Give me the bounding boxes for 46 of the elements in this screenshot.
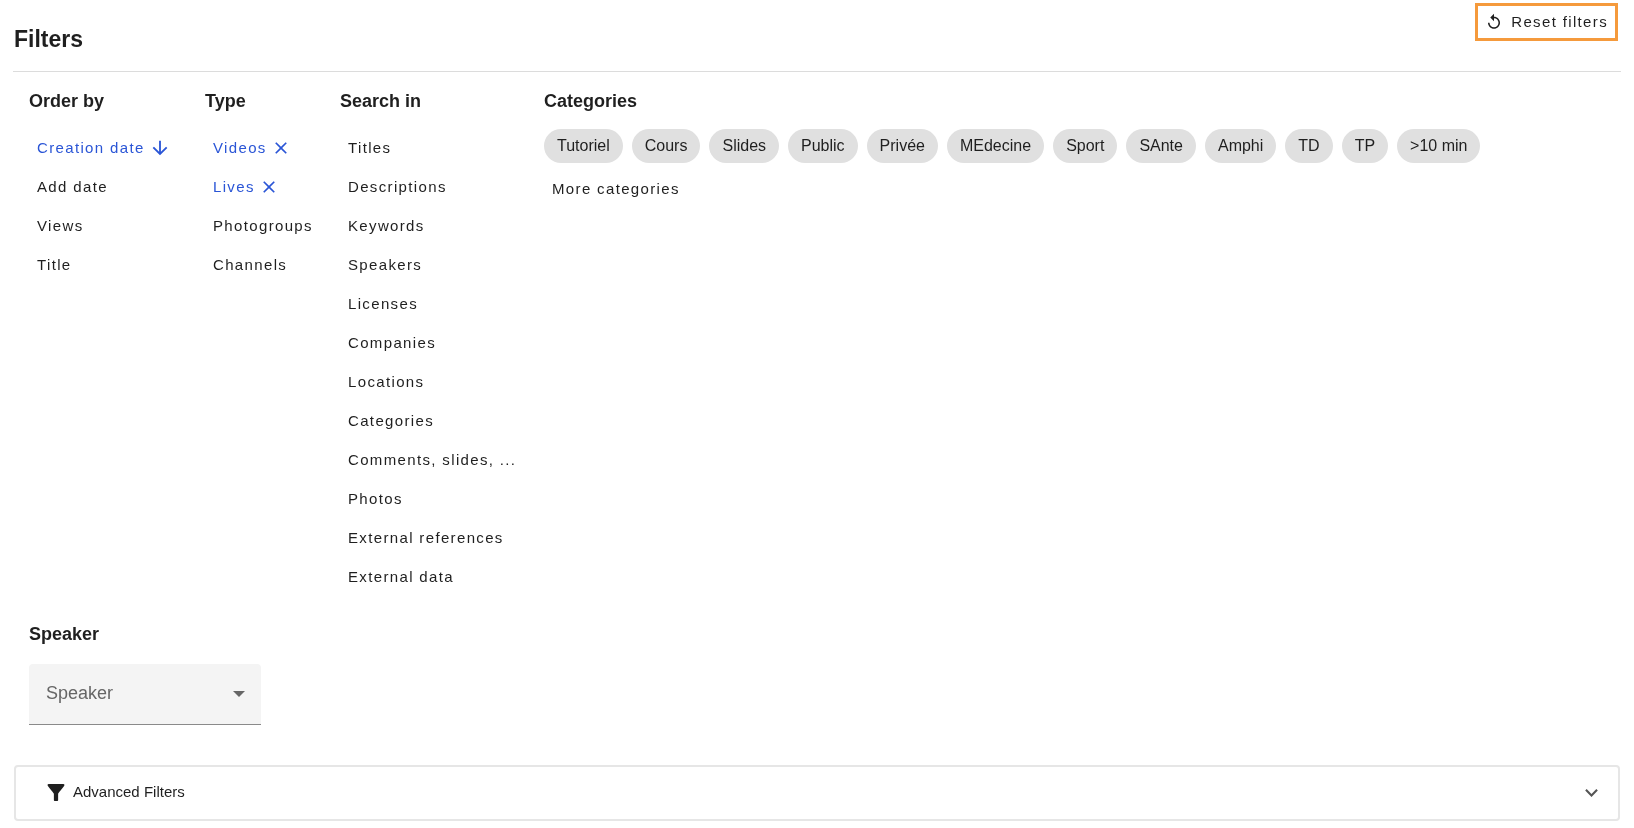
speaker-select[interactable]: Speaker <box>29 663 261 725</box>
advanced-filters-panel[interactable]: Advanced Filters <box>14 764 1620 821</box>
type-option[interactable]: Videos <box>205 128 299 168</box>
sort-option[interactable]: Views <box>29 206 92 246</box>
category-chip[interactable]: Public <box>788 128 858 163</box>
search-scope-option[interactable]: Keywords <box>340 206 433 246</box>
chevron-icon <box>1585 788 1598 797</box>
sort-option[interactable]: Creation date <box>29 128 179 168</box>
category-chip[interactable]: MEdecine <box>946 128 1045 163</box>
category-chip[interactable]: Sport <box>1053 128 1118 163</box>
sort-option[interactable]: Title <box>29 245 80 285</box>
search-scope-option[interactable]: Photos <box>340 479 411 519</box>
search-scope-option[interactable]: Locations <box>340 362 433 402</box>
category-chip[interactable]: Amphi <box>1204 128 1277 163</box>
sort-option[interactable]: Add date <box>29 167 116 207</box>
filter-icon <box>46 784 66 801</box>
section-heading: Order by <box>29 89 106 113</box>
category-chip[interactable]: Slides <box>709 128 780 163</box>
category-chip[interactable]: SAnte <box>1126 128 1196 163</box>
section-heading: Search in <box>340 89 423 113</box>
search-scope-option[interactable]: External references <box>340 518 512 558</box>
dropdown-caret-icon <box>233 690 245 697</box>
search-scope-option[interactable]: Comments, slides, ... <box>340 440 525 480</box>
type-option[interactable]: Photogroups <box>205 206 321 246</box>
category-chip[interactable]: Cours <box>631 128 701 163</box>
more-categories-button[interactable]: More categories <box>544 170 688 209</box>
reset-filters-button[interactable]: Reset filters <box>1475 3 1618 41</box>
section-heading: Categories <box>544 89 639 113</box>
search-scope-option[interactable]: Companies <box>340 323 445 363</box>
category-chip[interactable]: TP <box>1341 128 1389 163</box>
page-title: Filters <box>14 25 84 54</box>
search-scope-option[interactable]: Categories <box>340 401 443 441</box>
category-chip[interactable]: Privée <box>866 128 938 163</box>
search-scope-option[interactable]: Titles <box>340 128 400 168</box>
search-scope-option[interactable]: External data <box>340 557 462 597</box>
section-heading: Speaker <box>29 622 101 646</box>
category-chip[interactable]: TD <box>1285 128 1333 163</box>
type-option[interactable]: Channels <box>205 245 296 285</box>
category-chip[interactable]: >10 min <box>1397 128 1481 163</box>
section-heading: Type <box>205 89 247 113</box>
search-scope-option[interactable]: Speakers <box>340 245 431 285</box>
advanced-filters-label: Advanced Filters <box>73 782 185 803</box>
category-chip[interactable]: Tutoriel <box>544 128 623 163</box>
type-option[interactable]: Lives <box>205 167 287 207</box>
search-scope-option[interactable]: Licenses <box>340 284 426 324</box>
search-scope-option[interactable]: Descriptions <box>340 167 455 207</box>
